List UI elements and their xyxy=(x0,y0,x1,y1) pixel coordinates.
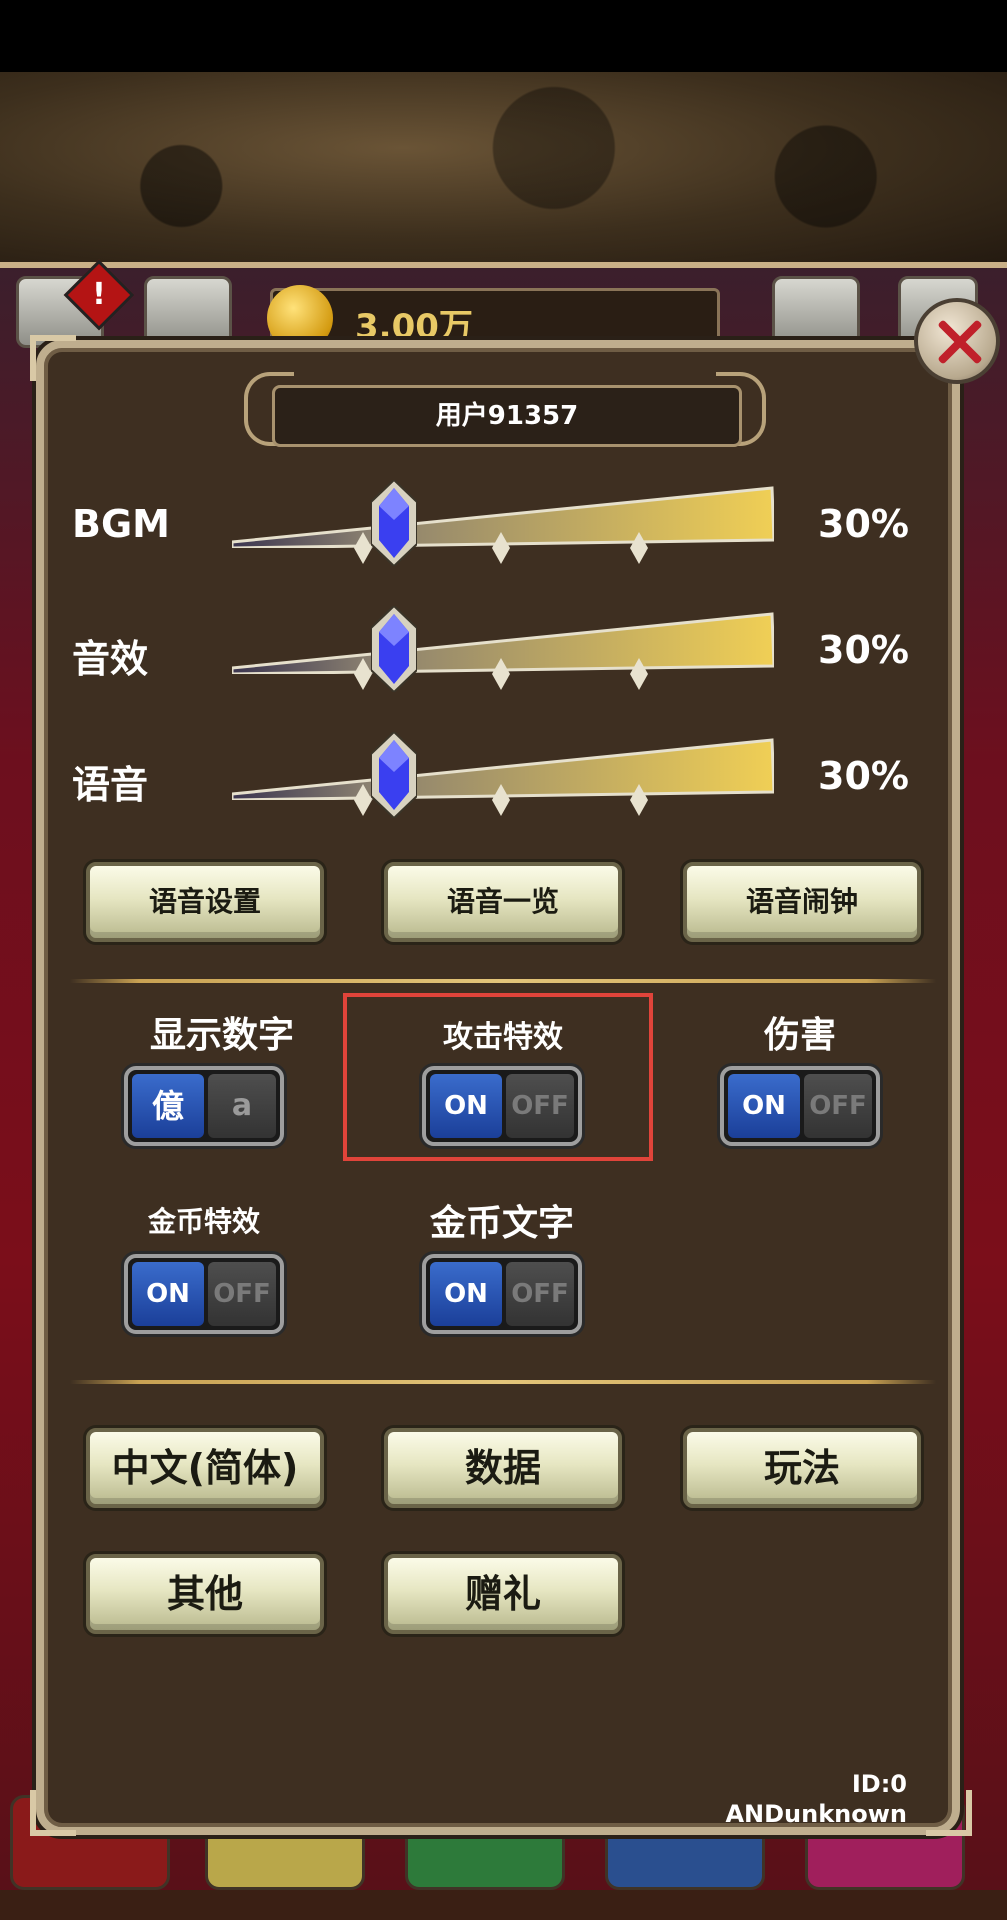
coin-effects-label: 金币特效 xyxy=(147,1205,260,1238)
toggle-off: OFF xyxy=(506,1262,574,1326)
section-divider xyxy=(70,1380,936,1384)
coin-text-label: 金币文字 xyxy=(429,1203,574,1244)
toggle-off: OFF xyxy=(804,1074,872,1138)
slider-tick-marker xyxy=(354,658,372,690)
sfx-value: 30% xyxy=(818,628,909,672)
voice-slider-thumb[interactable] xyxy=(370,730,418,820)
highlight-annotation xyxy=(343,993,653,1161)
voice-alarm-button[interactable]: 语音闹钟 xyxy=(683,862,921,942)
slider-tick-marker xyxy=(354,532,372,564)
number-display-toggle[interactable]: 億 a xyxy=(124,1066,284,1146)
bgm-slider-thumb[interactable] xyxy=(370,478,418,568)
close-button[interactable] xyxy=(914,298,1000,384)
slider-tick-marker xyxy=(492,658,510,690)
damage-label: 伤害 xyxy=(763,1015,836,1056)
voice-list-button[interactable]: 语音一览 xyxy=(384,862,622,942)
toggle-on: ON xyxy=(430,1262,502,1326)
number-display-label: 显示数字 xyxy=(149,1015,294,1056)
slider-tick-marker xyxy=(630,532,648,564)
bgm-label: BGM xyxy=(72,502,170,546)
corner-ornament xyxy=(926,1790,972,1836)
toggle-on: ON xyxy=(132,1262,204,1326)
other-button[interactable]: 其他 xyxy=(86,1554,324,1634)
language-button[interactable]: 中文(简体) xyxy=(86,1428,324,1508)
corner-ornament xyxy=(30,1790,76,1836)
damage-toggle[interactable]: ON OFF xyxy=(720,1066,880,1146)
username-plate: 用户91357 xyxy=(272,385,742,447)
slider-tick-marker xyxy=(630,784,648,816)
corner-ornament xyxy=(30,335,76,381)
data-button[interactable]: 数据 xyxy=(384,1428,622,1508)
section-divider xyxy=(70,979,936,983)
slider-tick-marker xyxy=(630,658,648,690)
platform-label: ANDunknown xyxy=(725,1800,907,1828)
voice-label: 语音 xyxy=(72,763,149,807)
toggle-off: OFF xyxy=(208,1262,276,1326)
slider-tick-marker xyxy=(492,532,510,564)
coin-text-toggle[interactable]: ON OFF xyxy=(422,1254,582,1334)
bottom-bar xyxy=(0,1890,1007,1920)
gift-button[interactable]: 赠礼 xyxy=(384,1554,622,1634)
number-display-option-alpha: a xyxy=(208,1074,276,1138)
bgm-value: 30% xyxy=(818,502,909,546)
voice-value: 30% xyxy=(818,754,909,798)
ranking-button[interactable] xyxy=(772,276,860,348)
share-button[interactable] xyxy=(144,276,232,348)
slider-tick-marker xyxy=(492,784,510,816)
game-scene-artwork xyxy=(0,72,1007,262)
coin-counter: 3.00万 xyxy=(267,285,720,351)
slider-tick-marker xyxy=(354,784,372,816)
gameplay-button[interactable]: 玩法 xyxy=(683,1428,921,1508)
coin-effects-toggle[interactable]: ON OFF xyxy=(124,1254,284,1334)
toggle-on: ON xyxy=(728,1074,800,1138)
number-display-option-kanji: 億 xyxy=(132,1074,204,1138)
voice-settings-button[interactable]: 语音设置 xyxy=(86,862,324,942)
sfx-label: 音效 xyxy=(72,637,149,681)
account-id: ID:0 xyxy=(851,1770,907,1798)
sfx-slider-thumb[interactable] xyxy=(370,604,418,694)
